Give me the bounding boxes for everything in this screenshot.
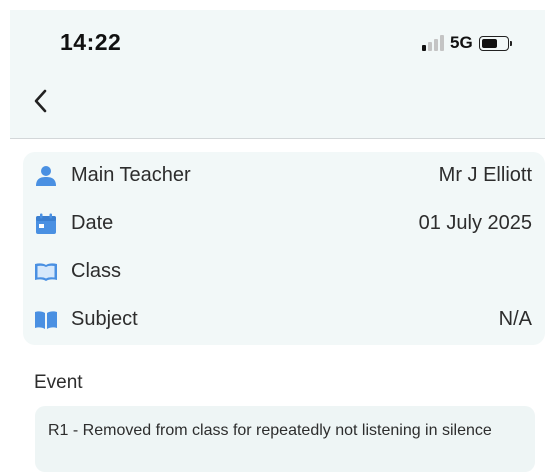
detail-label: Class bbox=[71, 260, 122, 282]
detail-value: Mr J Elliott bbox=[438, 164, 532, 186]
open-book-icon bbox=[34, 308, 58, 332]
battery-fill bbox=[481, 38, 497, 48]
signal-icon bbox=[422, 35, 444, 51]
network-type: 5G bbox=[450, 33, 473, 52]
calendar-icon bbox=[34, 212, 58, 236]
status-indicators: 5G bbox=[422, 33, 512, 53]
detail-row-date: Date 01 July 2025 bbox=[23, 200, 545, 248]
detail-row-main-teacher: Main Teacher Mr J Elliott bbox=[23, 152, 545, 200]
signal-bar bbox=[440, 35, 444, 51]
back-button[interactable] bbox=[24, 84, 58, 118]
chevron-left-icon bbox=[34, 89, 47, 113]
detail-value: 01 July 2025 bbox=[418, 212, 532, 234]
detail-label: Subject bbox=[71, 308, 138, 330]
detail-value: N/A bbox=[498, 308, 532, 330]
detail-label: Main Teacher bbox=[71, 164, 191, 186]
signal-bar bbox=[422, 45, 426, 51]
detail-label: Date bbox=[71, 212, 114, 234]
person-icon bbox=[34, 164, 58, 188]
signal-bar bbox=[428, 42, 432, 51]
details-card: Main Teacher Mr J Elliott Date 01 July 2… bbox=[23, 152, 545, 345]
screen: 14:22 5G Main Teacher Mr J Elliott Date … bbox=[0, 0, 545, 476]
event-description: R1 - Removed from class for repeatedly n… bbox=[48, 422, 492, 439]
status-time: 14:22 bbox=[60, 29, 122, 55]
event-section-title: Event bbox=[34, 372, 83, 393]
signal-bar bbox=[434, 39, 438, 51]
battery-icon bbox=[478, 35, 512, 51]
event-card: R1 - Removed from class for repeatedly n… bbox=[35, 406, 535, 472]
book-icon bbox=[34, 260, 58, 284]
detail-row-class: Class bbox=[23, 248, 545, 296]
detail-row-subject: Subject N/A bbox=[23, 296, 545, 344]
header-bar: 14:22 5G bbox=[10, 10, 545, 139]
